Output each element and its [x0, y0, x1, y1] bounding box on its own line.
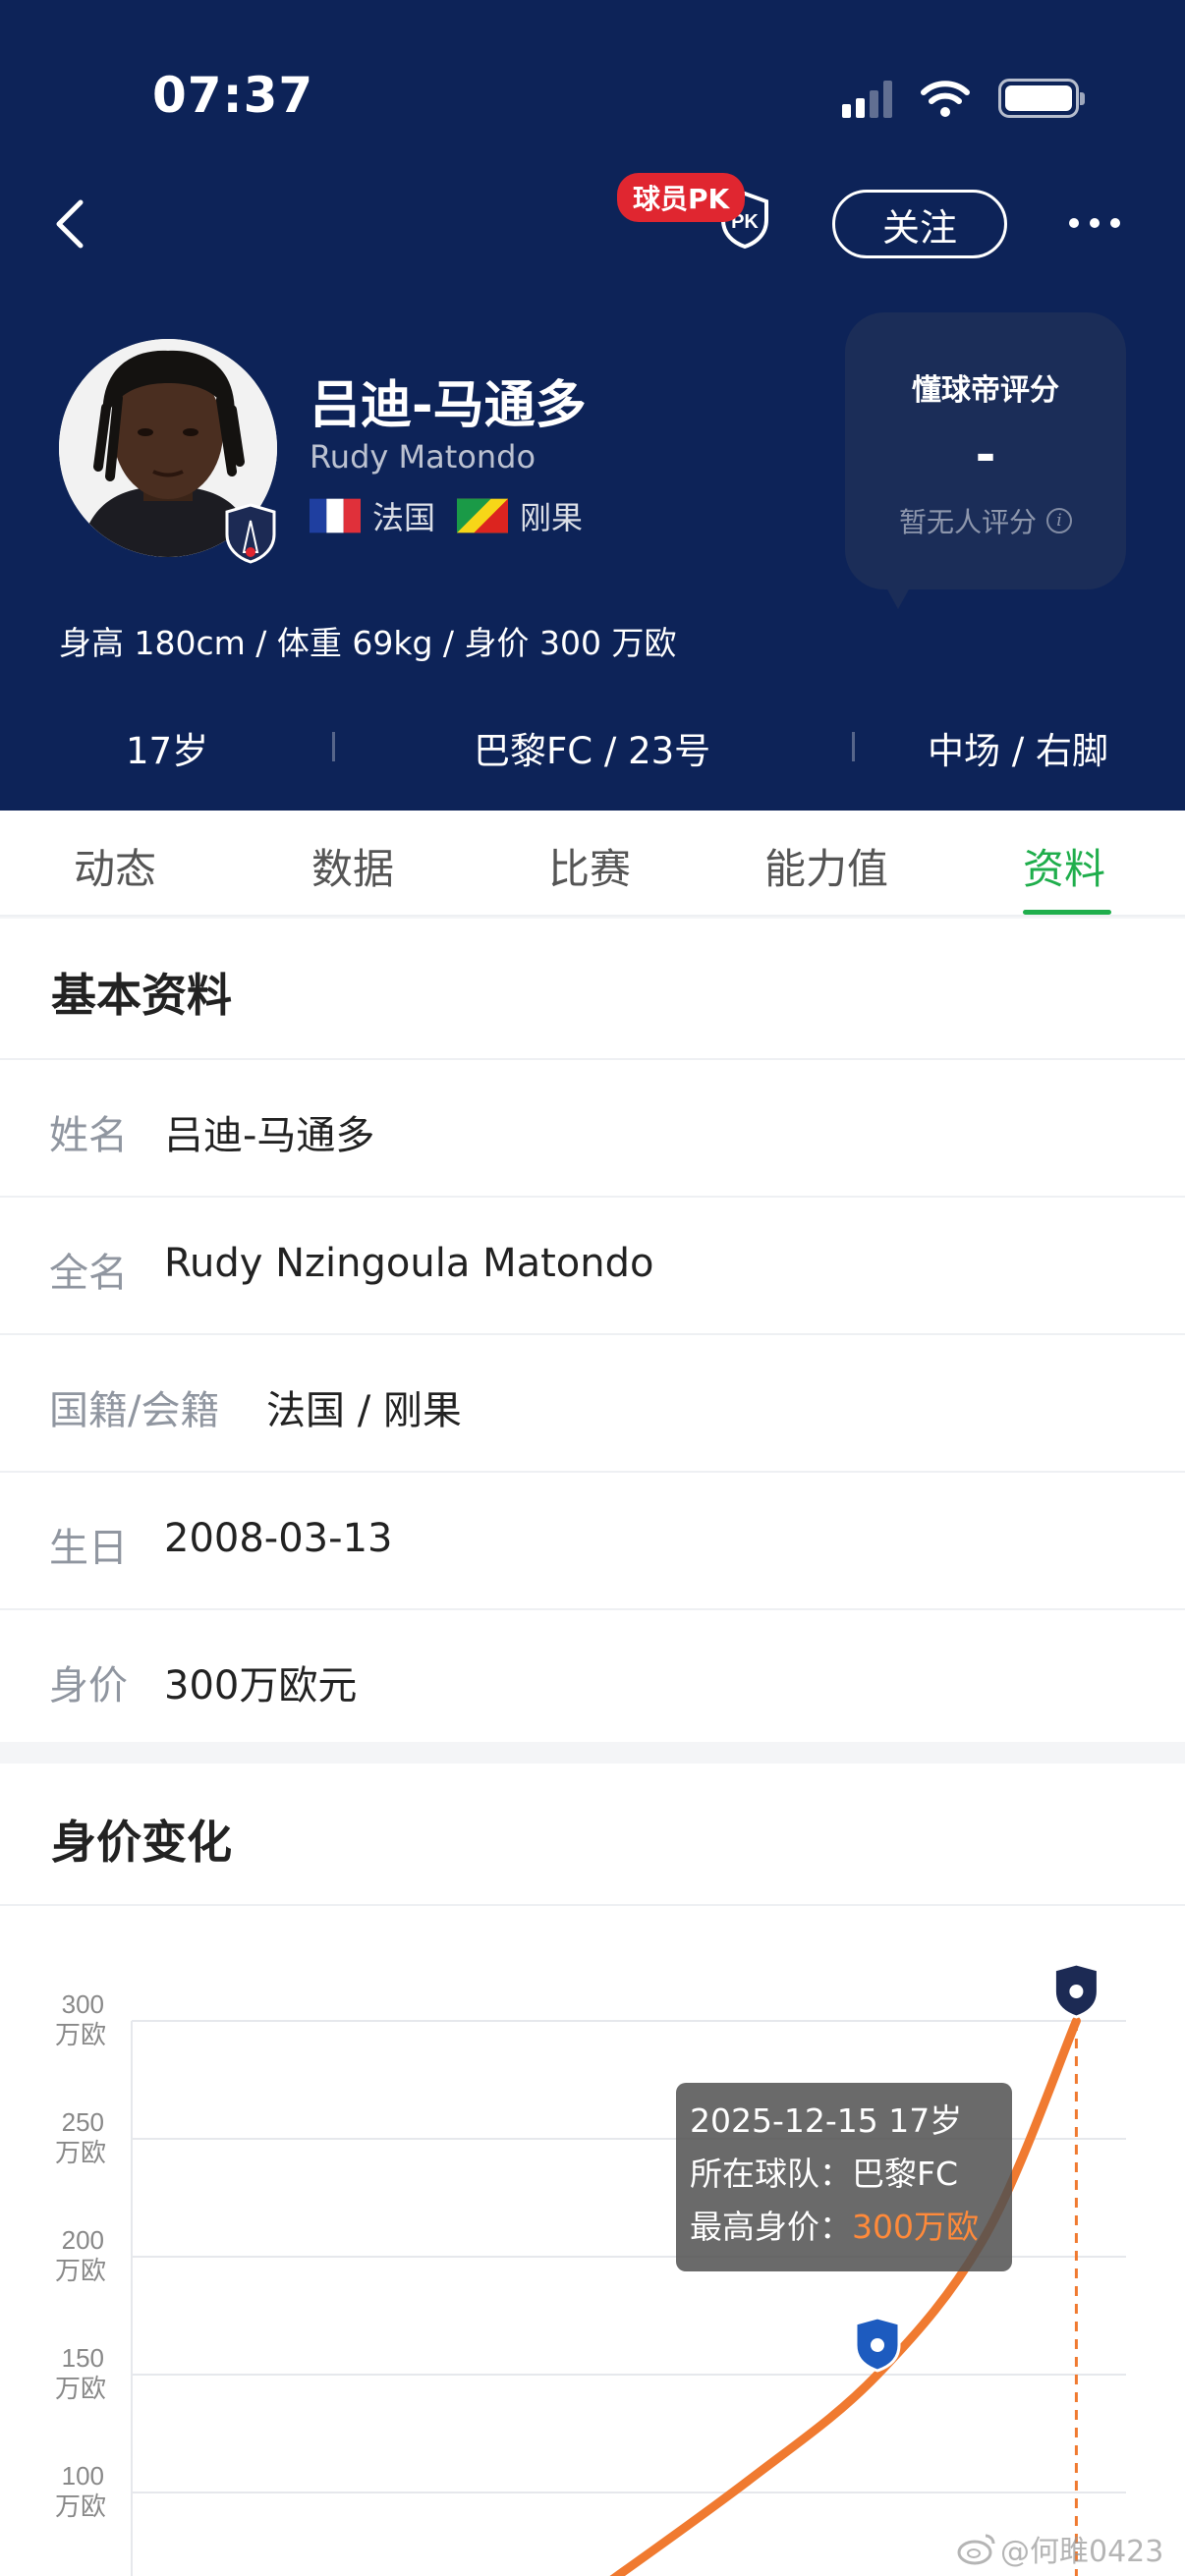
player-pk-button[interactable]: PK 球员PK [617, 169, 774, 267]
value-history-card: 身价变化 300 万欧 250 万欧 200 万欧 150 万欧 100 万欧 2025-12-15… [0, 1764, 1185, 2576]
rating-note-text: 暂无人评分 [898, 506, 1037, 538]
y-tick-label: 250 [62, 2107, 104, 2137]
info-label: 全名 [49, 1251, 128, 1296]
info-label: 国籍/会籍 [49, 1388, 220, 1433]
nationality-2: 刚果 [520, 499, 584, 536]
rating-value: - [975, 426, 996, 483]
summary-divider [332, 732, 335, 761]
tab-matches[interactable]: 比赛 [548, 836, 631, 896]
player-club-number[interactable]: 巴黎FC / 23号 [474, 721, 710, 774]
paris-fc-marker-icon [1052, 1962, 1100, 2019]
tab-data[interactable]: 数据 [311, 836, 394, 896]
france-flag-icon [310, 498, 361, 533]
tab-ability[interactable]: 能力值 [764, 836, 888, 896]
rating-title: 懂球帝评分 [912, 373, 1059, 408]
y-tick-unit: 万欧 [55, 2021, 106, 2050]
player-position-foot: 中场 / 右脚 [928, 730, 1108, 772]
player-measurements: 身高 180cm / 体重 69kg / 身价 300 万欧 [59, 624, 677, 662]
info-row-nationality: 国籍/会籍 法国 / 刚果 [0, 1333, 1185, 1471]
auxerre-marker-icon [854, 2316, 901, 2373]
rating-card[interactable]: 懂球帝评分 - 暂无人评分 i [845, 312, 1126, 609]
info-label: 姓名 [49, 1113, 128, 1158]
follow-button[interactable]: 关注 [832, 190, 1007, 258]
basic-info-title: 基本资料 [51, 969, 232, 1022]
battery-icon [998, 79, 1085, 118]
value-history-title: 身价变化 [51, 1816, 232, 1869]
y-tick-label: 300 [62, 1989, 104, 2019]
y-tick-label: 200 [62, 2225, 104, 2255]
y-tick-unit: 万欧 [55, 2492, 106, 2522]
y-tick-label: 100 [62, 2461, 104, 2491]
club-badge-icon [225, 503, 276, 564]
tooltip-team: 所在球队：巴黎FC [690, 2155, 958, 2193]
status-icons [842, 73, 1085, 118]
info-row-name: 姓名 吕迪-马通多 [0, 1058, 1185, 1196]
info-value: Rudy Nzingoula Matondo [164, 1241, 654, 1286]
info-row-market-value: 身价 300万欧元 [0, 1608, 1185, 1746]
info-icon[interactable]: i [1046, 508, 1072, 533]
info-label: 身价 [49, 1663, 128, 1708]
info-value: 300万欧元 [164, 1663, 358, 1708]
summary-divider [852, 732, 855, 761]
tooltip-date-age: 2025-12-15 17岁 [690, 2101, 962, 2140]
profile-tabs: 动态 数据 比赛 能力值 资料 [0, 811, 1185, 917]
player-name-en: Rudy Matondo [310, 438, 536, 476]
value-history-header: 身价变化 [0, 1764, 1185, 1906]
watermark-text: @何雎0423 [1000, 2535, 1164, 2569]
player-age: 17岁 [126, 730, 209, 772]
player-summary-row: 17岁 巴黎FC / 23号 中场 / 右脚 [0, 717, 1185, 782]
rating-note: 暂无人评分 i [845, 501, 1126, 540]
y-tick-unit: 万欧 [55, 2257, 106, 2286]
y-tick-unit: 万欧 [55, 2139, 106, 2168]
back-arrow-icon[interactable] [47, 195, 96, 253]
tooltip-value: 最高身价：300万欧 [690, 2208, 979, 2246]
nationality-row: 法国 刚果 [310, 493, 583, 538]
signal-icon [842, 79, 892, 118]
info-row-fullname: 全名 Rudy Nzingoula Matondo [0, 1196, 1185, 1333]
value-history-chart[interactable]: 300万欧250万欧200万欧150万欧100万欧2025-12-15 17岁所… [0, 1906, 1185, 2576]
weibo-icon [957, 2534, 995, 2565]
info-value: 吕迪-马通多 [164, 1113, 375, 1158]
pk-badge: 球员PK [617, 173, 746, 222]
info-value: 2008-03-13 [164, 1516, 393, 1561]
info-row-birthday: 生日 2008-03-13 [0, 1471, 1185, 1608]
player-name: 吕迪-马通多 [310, 376, 587, 435]
info-value: 法国 / 刚果 [266, 1388, 462, 1433]
tab-profile[interactable]: 资料 [1023, 836, 1105, 896]
watermark: @何雎0423 [957, 2527, 1163, 2570]
player-header: 07:37 PK 球员PK 关注 吕迪-马通多 Rudy Matondo 法国 … [0, 0, 1185, 811]
nationality-1: 法国 [372, 499, 436, 536]
more-options-icon[interactable] [1069, 218, 1120, 228]
basic-info-card: 基本资料 姓名 吕迪-马通多 全名 Rudy Nzingoula Matondo… [0, 919, 1185, 1742]
status-time: 07:37 [152, 67, 314, 124]
wifi-icon [921, 81, 970, 117]
info-label: 生日 [49, 1526, 128, 1571]
congo-flag-icon [457, 498, 509, 533]
y-tick-label: 150 [62, 2343, 104, 2373]
active-tab-indicator [1023, 910, 1111, 915]
tab-news[interactable]: 动态 [74, 836, 156, 896]
y-tick-unit: 万欧 [55, 2375, 106, 2404]
